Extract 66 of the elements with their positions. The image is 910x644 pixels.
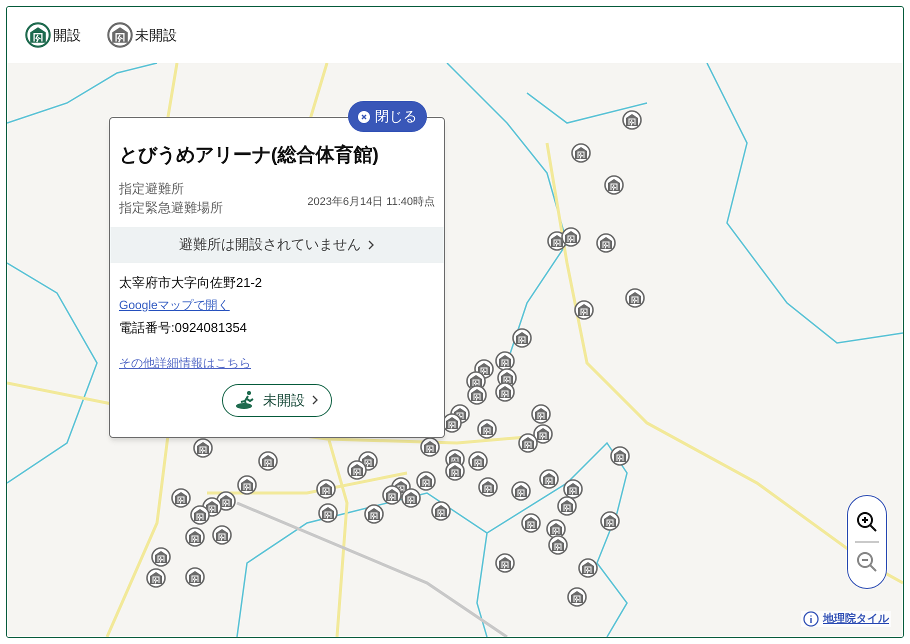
shelter-marker-icon[interactable] — [364, 504, 384, 524]
shelter-marker-icon[interactable] — [604, 175, 624, 195]
shelter-marker-icon[interactable] — [237, 475, 257, 495]
shelter-marker-icon[interactable] — [146, 568, 166, 588]
shelter-marker-icon[interactable] — [512, 328, 532, 348]
shelter-marker-icon[interactable] — [420, 437, 440, 457]
shelter-marker-icon[interactable] — [567, 587, 587, 607]
shelter-marker-icon[interactable] — [477, 419, 497, 439]
shelter-marker-icon[interactable] — [563, 479, 583, 499]
shelter-marker-icon[interactable] — [151, 547, 171, 567]
shelter-marker-icon[interactable] — [416, 471, 436, 491]
shelter-marker-icon[interactable] — [316, 479, 336, 499]
shelter-marker-icon[interactable] — [521, 513, 541, 533]
shelter-marker-icon[interactable] — [185, 567, 205, 587]
shelter-marker-icon[interactable] — [171, 488, 191, 508]
shelter-marker-icon[interactable] — [468, 451, 488, 471]
status-button[interactable]: 未開設 — [222, 384, 332, 416]
shelter-type: 指定緊急避難場所 — [119, 198, 223, 216]
shelter-marker-icon[interactable] — [511, 481, 531, 501]
shelter-marker-icon[interactable] — [539, 469, 559, 489]
shelter-marker-icon[interactable] — [557, 496, 577, 516]
shelter-marker-icon[interactable] — [571, 143, 591, 163]
chevron-icon — [311, 394, 319, 406]
shelter-marker-icon[interactable] — [445, 461, 465, 481]
shelter-marker-icon[interactable] — [185, 527, 205, 547]
shelter-marker-icon[interactable] — [190, 505, 210, 525]
shelter-marker-icon[interactable] — [478, 477, 498, 497]
phone-number: 電話番号:0924081354 — [119, 319, 247, 337]
shelter-marker-icon[interactable] — [193, 438, 213, 458]
shelter-marker-icon[interactable] — [212, 525, 232, 545]
shelter-marker-icon[interactable] — [258, 451, 278, 471]
shelter-marker-icon[interactable] — [495, 351, 515, 371]
shelter-marker-icon[interactable] — [574, 300, 594, 320]
shelter-marker-icon[interactable] — [610, 446, 630, 466]
close-button[interactable]: 閉じる — [348, 101, 427, 132]
shelter-marker-icon[interactable] — [318, 503, 338, 523]
shelter-marker-icon[interactable] — [347, 460, 367, 480]
shelter-marker-icon[interactable] — [625, 288, 645, 308]
shelter-icon — [25, 22, 51, 48]
address: 太宰府市大字向佐野21-2 — [119, 274, 262, 292]
close-icon — [358, 110, 370, 122]
shelter-marker-icon[interactable] — [578, 558, 598, 578]
legend-label: 開設 — [53, 26, 81, 44]
shelter-type: 指定避難所 — [119, 180, 185, 198]
map-link[interactable]: Googleマップで開く — [119, 296, 230, 314]
shelter-marker-icon[interactable] — [546, 519, 566, 539]
shelter-marker-icon[interactable] — [622, 110, 642, 130]
status-banner[interactable]: 避難所は開設されていません — [110, 226, 444, 262]
shelter-marker-icon[interactable] — [431, 501, 451, 521]
shelter-icon — [107, 22, 133, 48]
shelter-marker-icon[interactable] — [495, 382, 515, 402]
timestamp: 2023年6月14日 11:40時点 — [307, 194, 435, 210]
shelter-marker-icon[interactable] — [548, 535, 568, 555]
shelter-marker-icon[interactable] — [518, 433, 538, 453]
legend-label: 未開設 — [135, 26, 177, 44]
chevron-icon — [367, 238, 375, 250]
shelter-marker-icon[interactable] — [495, 553, 515, 573]
shelter-marker-icon[interactable] — [531, 404, 551, 424]
shelter-marker-icon[interactable] — [600, 511, 620, 531]
shelter-marker-icon[interactable] — [382, 485, 402, 505]
shelter-marker-icon[interactable] — [561, 227, 581, 247]
shelter-marker-icon[interactable] — [401, 488, 421, 508]
popup-title: とびうめアリーナ(総合体育館) — [118, 143, 380, 168]
shelter-marker-icon[interactable] — [596, 233, 616, 253]
shelter-marker-icon[interactable] — [467, 385, 487, 405]
details-link[interactable]: その他詳細情報はこちら — [119, 354, 251, 372]
